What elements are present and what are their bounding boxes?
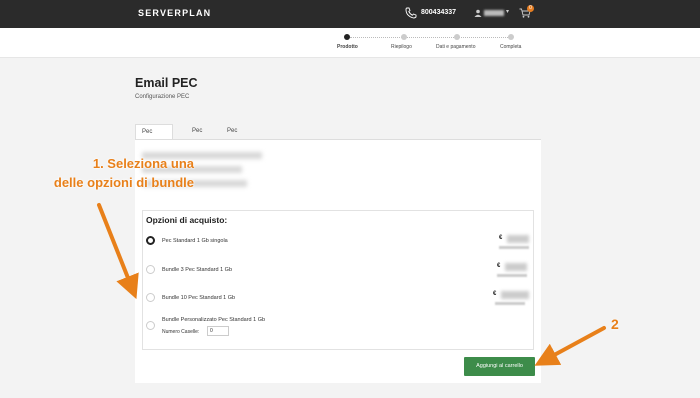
page-subtitle: Configurazione PEC [135, 94, 190, 100]
phone-icon [405, 7, 417, 19]
option-label-custom-bundle[interactable]: Bundle Personalizzato Pec Standard 1 Gb [162, 317, 265, 323]
steps-connector [350, 37, 510, 38]
option-label-bundle-3[interactable]: Bundle 3 Pec Standard 1 Gb [162, 267, 232, 273]
arrow-to-options [97, 203, 139, 300]
tab-pec-standard[interactable]: Pec Standard [135, 124, 174, 150]
price-currency: € [497, 263, 501, 269]
step-label-product: Prodotto [337, 44, 358, 50]
chevron-down-icon[interactable]: ▾ [506, 8, 509, 15]
step-label-summary: Riepilogo [391, 44, 412, 50]
user-name-blurred[interactable] [484, 10, 504, 16]
step-dot-summary [401, 34, 407, 40]
price-value-blurred [507, 235, 529, 243]
option-radio-bundle-3[interactable] [146, 265, 155, 274]
purchase-options: Opzioni di acquisto: Pec Standard 1 Gb s… [142, 210, 534, 350]
option-label-single[interactable]: Pec Standard 1 Gb singola [162, 238, 228, 244]
serverplan-logo[interactable]: SERVERPLAN [138, 8, 211, 18]
option-radio-single[interactable] [146, 236, 155, 245]
quantity-label: Numero Caselle: [162, 329, 200, 335]
checkout-steps: Prodotto Riepilogo Dati e pagamento Comp… [0, 28, 700, 58]
top-bar: SERVERPLAN 800434337 ▾ 0 [0, 0, 700, 28]
step-label-complete: Completa [500, 44, 522, 50]
step-dot-product [344, 34, 350, 40]
price-currency: € [499, 235, 503, 241]
step-dot-complete [508, 34, 514, 40]
add-to-cart-button[interactable]: Aggiungi al carrello [464, 357, 535, 376]
quantity-input[interactable]: 0 [207, 326, 229, 336]
price-currency: € [493, 291, 497, 297]
purchase-options-title: Opzioni di acquisto: [146, 215, 228, 225]
user-icon [474, 9, 482, 17]
price-note-blurred [495, 302, 525, 305]
price-note-blurred [497, 274, 527, 277]
arrow-to-add-button [534, 326, 606, 366]
page-title: Email PEC [135, 76, 198, 90]
annotation-step-1: 1. Seleziona una delle opzioni di bundle [53, 156, 194, 190]
option-radio-custom-bundle[interactable] [146, 321, 155, 330]
cart-count-badge: 0 [527, 5, 534, 12]
tab-pec-premium[interactable]: Pec Premium [221, 124, 257, 149]
price-note-blurred [499, 246, 529, 249]
tab-pec-top[interactable]: Pec Top [186, 124, 208, 149]
phone-number[interactable]: 800434337 [421, 9, 456, 16]
step-label-payment: Dati e pagamento [436, 44, 476, 50]
option-label-bundle-10[interactable]: Bundle 10 Pec Standard 1 Gb [162, 295, 235, 301]
price-value-blurred [501, 291, 529, 299]
option-radio-bundle-10[interactable] [146, 293, 155, 302]
step-dot-payment [454, 34, 460, 40]
price-value-blurred [505, 263, 527, 271]
annotation-step-2: 2 [611, 316, 619, 332]
